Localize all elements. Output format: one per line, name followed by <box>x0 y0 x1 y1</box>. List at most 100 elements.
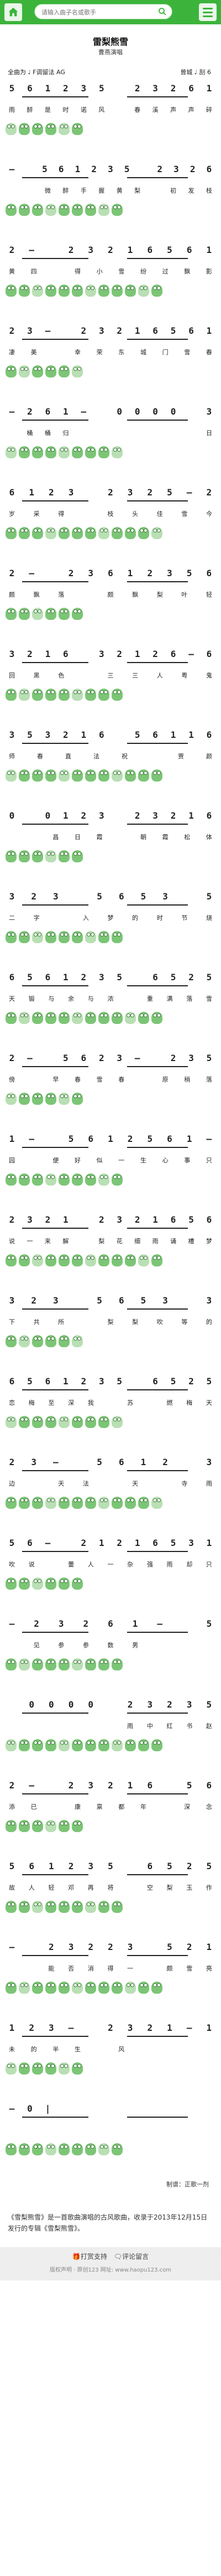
note <box>80 1214 88 1225</box>
note: 0 <box>68 1699 74 1710</box>
lyric-char <box>151 186 160 195</box>
home-button[interactable] <box>4 3 22 21</box>
lyric-char: 雪 <box>186 1965 193 1972</box>
frog-icon <box>98 931 109 943</box>
note <box>133 1376 141 1387</box>
frog-icon <box>72 1901 83 1913</box>
note: 3 <box>31 1457 36 1467</box>
frog-icon <box>59 1901 70 1913</box>
search-input[interactable] <box>40 6 153 18</box>
note: 2 <box>49 487 54 498</box>
beam-line <box>127 500 188 501</box>
beam-line <box>22 177 88 178</box>
note: — <box>52 1457 59 1467</box>
lyric-char: 一 <box>127 1965 134 1972</box>
frog-decoration-row <box>6 204 215 216</box>
note: 1 <box>98 1538 104 1548</box>
frog-icon <box>98 204 109 216</box>
lyric-char <box>47 1560 55 1569</box>
menu-button[interactable] <box>199 3 217 21</box>
lyric-line: 桶桶归日 <box>8 428 213 437</box>
frog-icon <box>32 1982 43 1994</box>
note: 0 <box>9 810 15 821</box>
lyric-char: 来 <box>44 1238 51 1245</box>
lyric-char <box>187 428 196 437</box>
lyric-char: 荣 <box>96 349 103 356</box>
note: 2 <box>170 810 176 821</box>
frog-decoration-row <box>6 123 215 135</box>
notation-line: 2 — 5 6 2 3 — 2 3 5 <box>8 1053 213 1063</box>
frog-icon <box>32 1658 43 1670</box>
note: 2 <box>188 1376 194 1387</box>
beam-line <box>22 2117 88 2118</box>
lyric-char: 梅 <box>28 1399 35 1406</box>
notation-line: 0 0 0 0 2 3 2 3 5 <box>8 1699 213 1710</box>
lyric-char <box>126 994 134 1003</box>
lyric-char: 浓 <box>107 995 114 1002</box>
frog-icon <box>72 1173 83 1186</box>
frog-icon <box>19 1658 30 1670</box>
note: 6 <box>118 1457 124 1467</box>
frog-decoration-row <box>6 1012 215 1024</box>
frog-icon <box>72 446 83 458</box>
frog-icon <box>72 1012 83 1024</box>
lyric-char <box>8 428 16 437</box>
note <box>133 2103 141 2114</box>
score-row: 2 — 2 3 2 1 6 5 6 添 已 康 禀 都 年 深 念 <box>0 1780 221 1842</box>
score-row: 2 3 — 5 6 1 2 3 边 天 法 天 寺 雨 <box>0 1457 221 1519</box>
lyric-char: 入 <box>82 914 89 922</box>
lyric-char: 再 <box>87 1884 94 1891</box>
lyric-char: 枝 <box>107 510 114 518</box>
lyric-char: 共 <box>33 1318 40 1326</box>
note: 5 <box>186 1780 192 1791</box>
note: 2 <box>162 1457 168 1467</box>
frog-icon <box>6 527 17 539</box>
lyric-line: 师春直法祝贾颜 <box>8 752 213 761</box>
frog-icon <box>45 1173 56 1186</box>
lyric-char <box>30 1075 38 1084</box>
note: 3 <box>45 730 51 740</box>
search-icon[interactable] <box>157 7 167 17</box>
frog-icon <box>45 365 56 377</box>
lyric-char: 桶 <box>27 430 33 437</box>
note: 1 <box>127 245 133 255</box>
note: 3 <box>98 649 104 659</box>
frog-icon <box>19 2143 30 2155</box>
lyric-char: 春 <box>134 106 141 113</box>
lyric-char: 梦 <box>206 1238 212 1245</box>
frog-decoration-row <box>6 2143 215 2155</box>
note: 3 <box>98 1376 104 1387</box>
search-box[interactable] <box>34 4 172 19</box>
frog-icon <box>138 1497 149 1509</box>
frog-icon <box>59 2062 70 2075</box>
frog-icon <box>6 204 17 216</box>
frog-icon <box>59 1982 70 1994</box>
note: 5 <box>117 1376 123 1387</box>
note: 1 <box>63 972 69 982</box>
lyric-char: 春 <box>74 1076 81 1083</box>
frog-icon <box>19 527 30 539</box>
frog-icon <box>45 1901 56 1913</box>
frog-icon <box>19 365 30 377</box>
lyric-char: 雪 <box>184 349 191 356</box>
beam-line <box>22 500 88 501</box>
note: 3 <box>27 325 33 336</box>
frog-icon <box>72 769 83 782</box>
footer-actions[interactable]: 🎁打赏支持 🗨评论留言 <box>0 2252 221 2261</box>
lyric-char: 蕾 <box>68 1561 75 1568</box>
lyric-char: 吹 <box>156 1318 163 1326</box>
lyric-line: 添已康禀都年深念 <box>8 1802 213 1811</box>
frog-icon <box>19 931 30 943</box>
note: 5 <box>206 1861 212 1871</box>
lyric-line: 故人轻邓再将空梨玉作 <box>8 1883 213 1892</box>
beam-line <box>22 339 88 340</box>
beam-line <box>22 1147 88 1148</box>
home-icon <box>8 7 18 17</box>
note: 6 <box>81 1053 87 1063</box>
lyric-char: 今 <box>206 510 212 518</box>
lyric-char: 未 <box>9 2046 15 2053</box>
note: 6 <box>118 1295 124 1306</box>
lyric-char: 雨 <box>166 1561 173 1568</box>
score-row: 1 — 5 6 1 2 5 6 1 — 园 便 好 似 一 生 心 事 只 <box>0 1134 221 1196</box>
note: 3 <box>127 2022 133 2033</box>
